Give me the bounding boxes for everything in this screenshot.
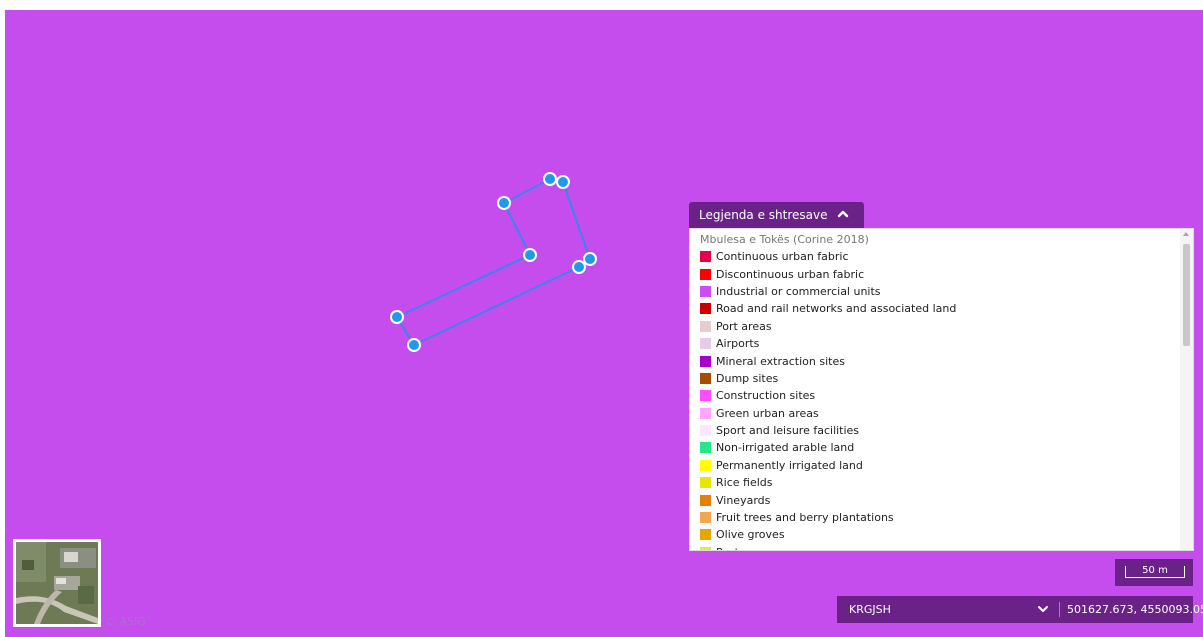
legend-swatch [700,546,711,550]
legend-swatch [700,303,711,315]
legend-item: Discontinuous urban fabric [700,265,1179,282]
legend-item: Permanently irrigated land [700,457,1179,474]
minimap-thumbnail[interactable] [13,539,101,627]
legend-item-label: Dump sites [716,371,779,385]
legend-swatch [700,425,711,437]
legend-item-label: Permanently irrigated land [716,458,863,472]
polygon-vertex-handle[interactable] [497,196,511,210]
legend-swatch [700,372,711,384]
legend-item: Non-irrigated arable land [700,439,1179,456]
legend-item: Port areas [700,318,1179,335]
legend-item: Green urban areas [700,405,1179,422]
polygon-vertex-handle[interactable] [556,175,570,189]
scroll-up-arrow-icon[interactable] [1183,232,1189,236]
satellite-thumbnail-image [16,542,98,624]
scrollbar-thumb[interactable] [1183,244,1190,346]
legend-item: Construction sites [700,387,1179,404]
legend-item: Olive groves [700,526,1179,543]
legend-swatch [700,407,711,419]
legend-swatch [700,268,711,280]
map-attribution: © ASIG [105,615,146,628]
chevron-down-icon [1038,606,1048,612]
polygon-vertex-handle[interactable] [583,252,597,266]
polygon-vertex-handle[interactable] [523,248,537,262]
legend-item: Pastures [700,544,1179,550]
scale-indicator: 50 m [1115,559,1193,586]
legend-item: Rice fields [700,474,1179,491]
legend-item: Industrial or commercial units [700,283,1179,300]
legend-swatch [700,494,711,506]
polygon-vertex-handle[interactable] [390,310,404,324]
legend-item-label: Discontinuous urban fabric [716,267,865,281]
legend-item-label: Airports [716,337,760,351]
legend-swatch [700,390,711,402]
scale-bar: 50 m [1125,566,1185,578]
legend-item-label: Construction sites [716,389,816,403]
legend-item-label: Industrial or commercial units [716,284,881,298]
legend-item: Vineyards [700,491,1179,508]
scale-label: 50 m [1142,565,1168,576]
legend-toggle-header[interactable]: Legjenda e shtresave [689,202,864,228]
legend-item-label: Continuous urban fabric [716,250,849,264]
legend-panel[interactable]: Mbulesa e Tokës (Corine 2018) Continuous… [689,228,1194,551]
legend-swatch [700,251,711,263]
legend-swatch [700,442,711,454]
legend-item: Sport and leisure facilities [700,422,1179,439]
coordinate-readout: 501627.673, 4550093.059 [1055,596,1203,623]
chevron-up-icon [837,210,849,218]
legend-item-label: Green urban areas [716,406,819,420]
legend-item-label: Fruit trees and berry plantations [716,511,894,525]
legend-item: Mineral extraction sites [700,352,1179,369]
coordinate-text: 501627.673, 4550093.059 [1067,603,1203,616]
polygon-outline [395,177,592,347]
legend-item-label: Mineral extraction sites [716,354,845,368]
legend-group-title: Mbulesa e Tokës (Corine 2018) [700,233,869,246]
legend-item-label: Olive groves [716,528,785,542]
legend-item: Fruit trees and berry plantations [700,509,1179,526]
polygon-vertex-handle[interactable] [407,338,421,352]
legend-item-label: Vineyards [716,493,771,507]
legend-swatch [700,512,711,524]
crs-dropdown[interactable]: KRGJSH [837,596,1055,623]
legend-swatch [700,338,711,350]
legend-swatch [700,320,711,332]
legend-scrollbar[interactable] [1180,229,1193,550]
legend-item-label: Road and rail networks and associated la… [716,302,957,316]
legend-item-label: Non-irrigated arable land [716,441,855,455]
polygon-vertex-handle[interactable] [572,260,586,274]
legend-swatch [700,529,711,541]
legend-item-label: Sport and leisure facilities [716,424,860,438]
legend-swatch [700,477,711,489]
legend-swatch [700,459,711,471]
legend-item: Airports [700,335,1179,352]
legend-item-label: Port areas [716,319,772,333]
legend-list: Mbulesa e Tokës (Corine 2018) Continuous… [690,229,1179,550]
legend-item: Road and rail networks and associated la… [700,300,1179,317]
legend-title: Legjenda e shtresave [699,208,828,222]
legend-swatch [700,355,711,367]
polygon-vertex-handle[interactable] [543,172,557,186]
legend-item: Dump sites [700,370,1179,387]
legend-item: Continuous urban fabric [700,248,1179,265]
legend-swatch [700,285,711,297]
legend-item-label: Rice fields [716,476,773,490]
legend-item-label: Pastures [716,546,763,550]
crs-selected-value: KRGJSH [849,603,891,616]
